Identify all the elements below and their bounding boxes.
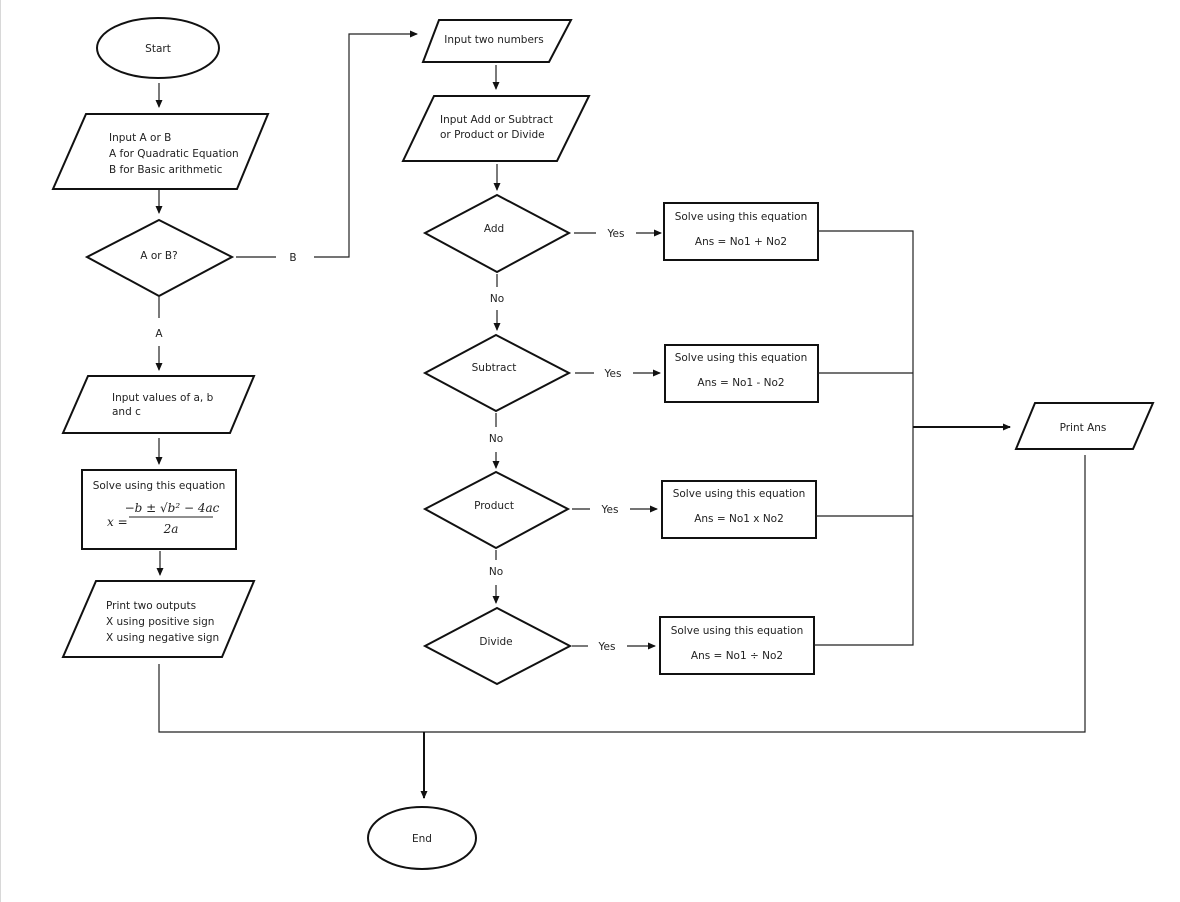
- node-solve-product-title: Solve using this equation: [673, 488, 806, 500]
- node-input-operation-line2: or Product or Divide: [440, 129, 545, 141]
- edge-divide-to-merge: [814, 617, 914, 646]
- edge-merge-bottom: [158, 455, 1086, 733]
- node-solve-subtract-title: Solve using this equation: [675, 352, 808, 364]
- node-input-two-numbers: Input two numbers: [421, 19, 573, 63]
- flowchart-canvas: Start Input A or B A for Quadratic Equat…: [51, 17, 1155, 870]
- edge-label-add-no: No: [490, 293, 504, 305]
- node-print-two: Print two outputs X using positive sign …: [61, 580, 256, 658]
- node-decision-subtract: Subtract: [422, 333, 572, 413]
- edge-label-a: A: [155, 328, 163, 340]
- edge-label-add-yes: Yes: [607, 228, 625, 240]
- node-solve-divide-title: Solve using this equation: [671, 625, 804, 637]
- node-solve-add-formula: Ans = No1 + No2: [695, 236, 787, 248]
- node-decision-divide: Divide: [422, 606, 573, 686]
- node-solve-product-formula: Ans = No1 x No2: [694, 513, 784, 525]
- node-end-label: End: [412, 833, 432, 845]
- node-solve-add-title: Solve using this equation: [675, 211, 808, 223]
- node-input-abc-line1: Input values of a, b: [112, 392, 214, 404]
- node-decision-add: Add: [422, 193, 572, 274]
- node-start: Start: [96, 17, 220, 79]
- node-decision-product: Product: [422, 470, 571, 550]
- node-decision-divide-label: Divide: [479, 636, 512, 648]
- node-decision-ab-label: A or B?: [140, 250, 177, 262]
- node-decision-ab: A or B?: [84, 218, 235, 298]
- node-input-choice-line2: A for Quadratic Equation: [109, 148, 239, 160]
- node-solve-product: Solve using this equation Ans = No1 x No…: [661, 480, 817, 539]
- node-input-abc: Input values of a, b and c: [61, 375, 256, 434]
- edge-label-product-yes: Yes: [601, 504, 619, 516]
- edge-label-b: B: [289, 252, 296, 264]
- node-start-label: Start: [145, 43, 171, 55]
- node-print-two-line3: X using negative sign: [106, 632, 219, 644]
- node-solve-divide: Solve using this equation Ans = No1 ÷ No…: [659, 616, 815, 675]
- node-input-choice-line3: B for Basic arithmetic: [109, 164, 223, 176]
- node-decision-subtract-label: Subtract: [472, 362, 517, 374]
- node-input-choice-line1: Input A or B: [109, 132, 171, 144]
- node-solve-subtract-formula: Ans = No1 - No2: [697, 377, 784, 389]
- node-input-two-numbers-label: Input two numbers: [444, 34, 543, 46]
- node-print-ans: Print Ans: [1014, 402, 1155, 450]
- node-solve-subtract: Solve using this equation Ans = No1 - No…: [664, 344, 819, 403]
- edge-label-subtract-no: No: [489, 433, 503, 445]
- edge-merge-vertical: [818, 230, 914, 617]
- node-input-abc-line2: and c: [112, 406, 141, 418]
- edge-label-divide-yes: Yes: [598, 641, 616, 653]
- node-input-operation-line1: Input Add or Subtract: [440, 114, 553, 126]
- node-input-choice: Input A or B A for Quadratic Equation B …: [51, 113, 270, 190]
- node-solve-quadratic: Solve using this equation x = −b ± √b² −…: [81, 469, 237, 550]
- edge-label-subtract-yes: Yes: [604, 368, 622, 380]
- node-print-ans-label: Print Ans: [1060, 422, 1107, 434]
- node-decision-product-label: Product: [474, 500, 514, 512]
- node-solve-divide-formula: Ans = No1 ÷ No2: [691, 650, 783, 662]
- formula-numerator: −b ± √b² − 4ac: [125, 501, 220, 515]
- node-decision-add-label: Add: [484, 223, 504, 235]
- node-print-two-line1: Print two outputs: [106, 600, 196, 612]
- node-solve-quadratic-title: Solve using this equation: [93, 480, 226, 492]
- node-print-two-line2: X using positive sign: [106, 616, 214, 628]
- formula-lhs: x =: [107, 515, 128, 529]
- node-end: End: [367, 806, 477, 870]
- edge-label-product-no: No: [489, 566, 503, 578]
- node-solve-add: Solve using this equation Ans = No1 + No…: [663, 202, 819, 261]
- node-input-operation: Input Add or Subtract or Product or Divi…: [401, 95, 591, 162]
- formula-denominator: 2a: [163, 522, 179, 536]
- edge-b-to-input-two-numbers: [314, 30, 418, 258]
